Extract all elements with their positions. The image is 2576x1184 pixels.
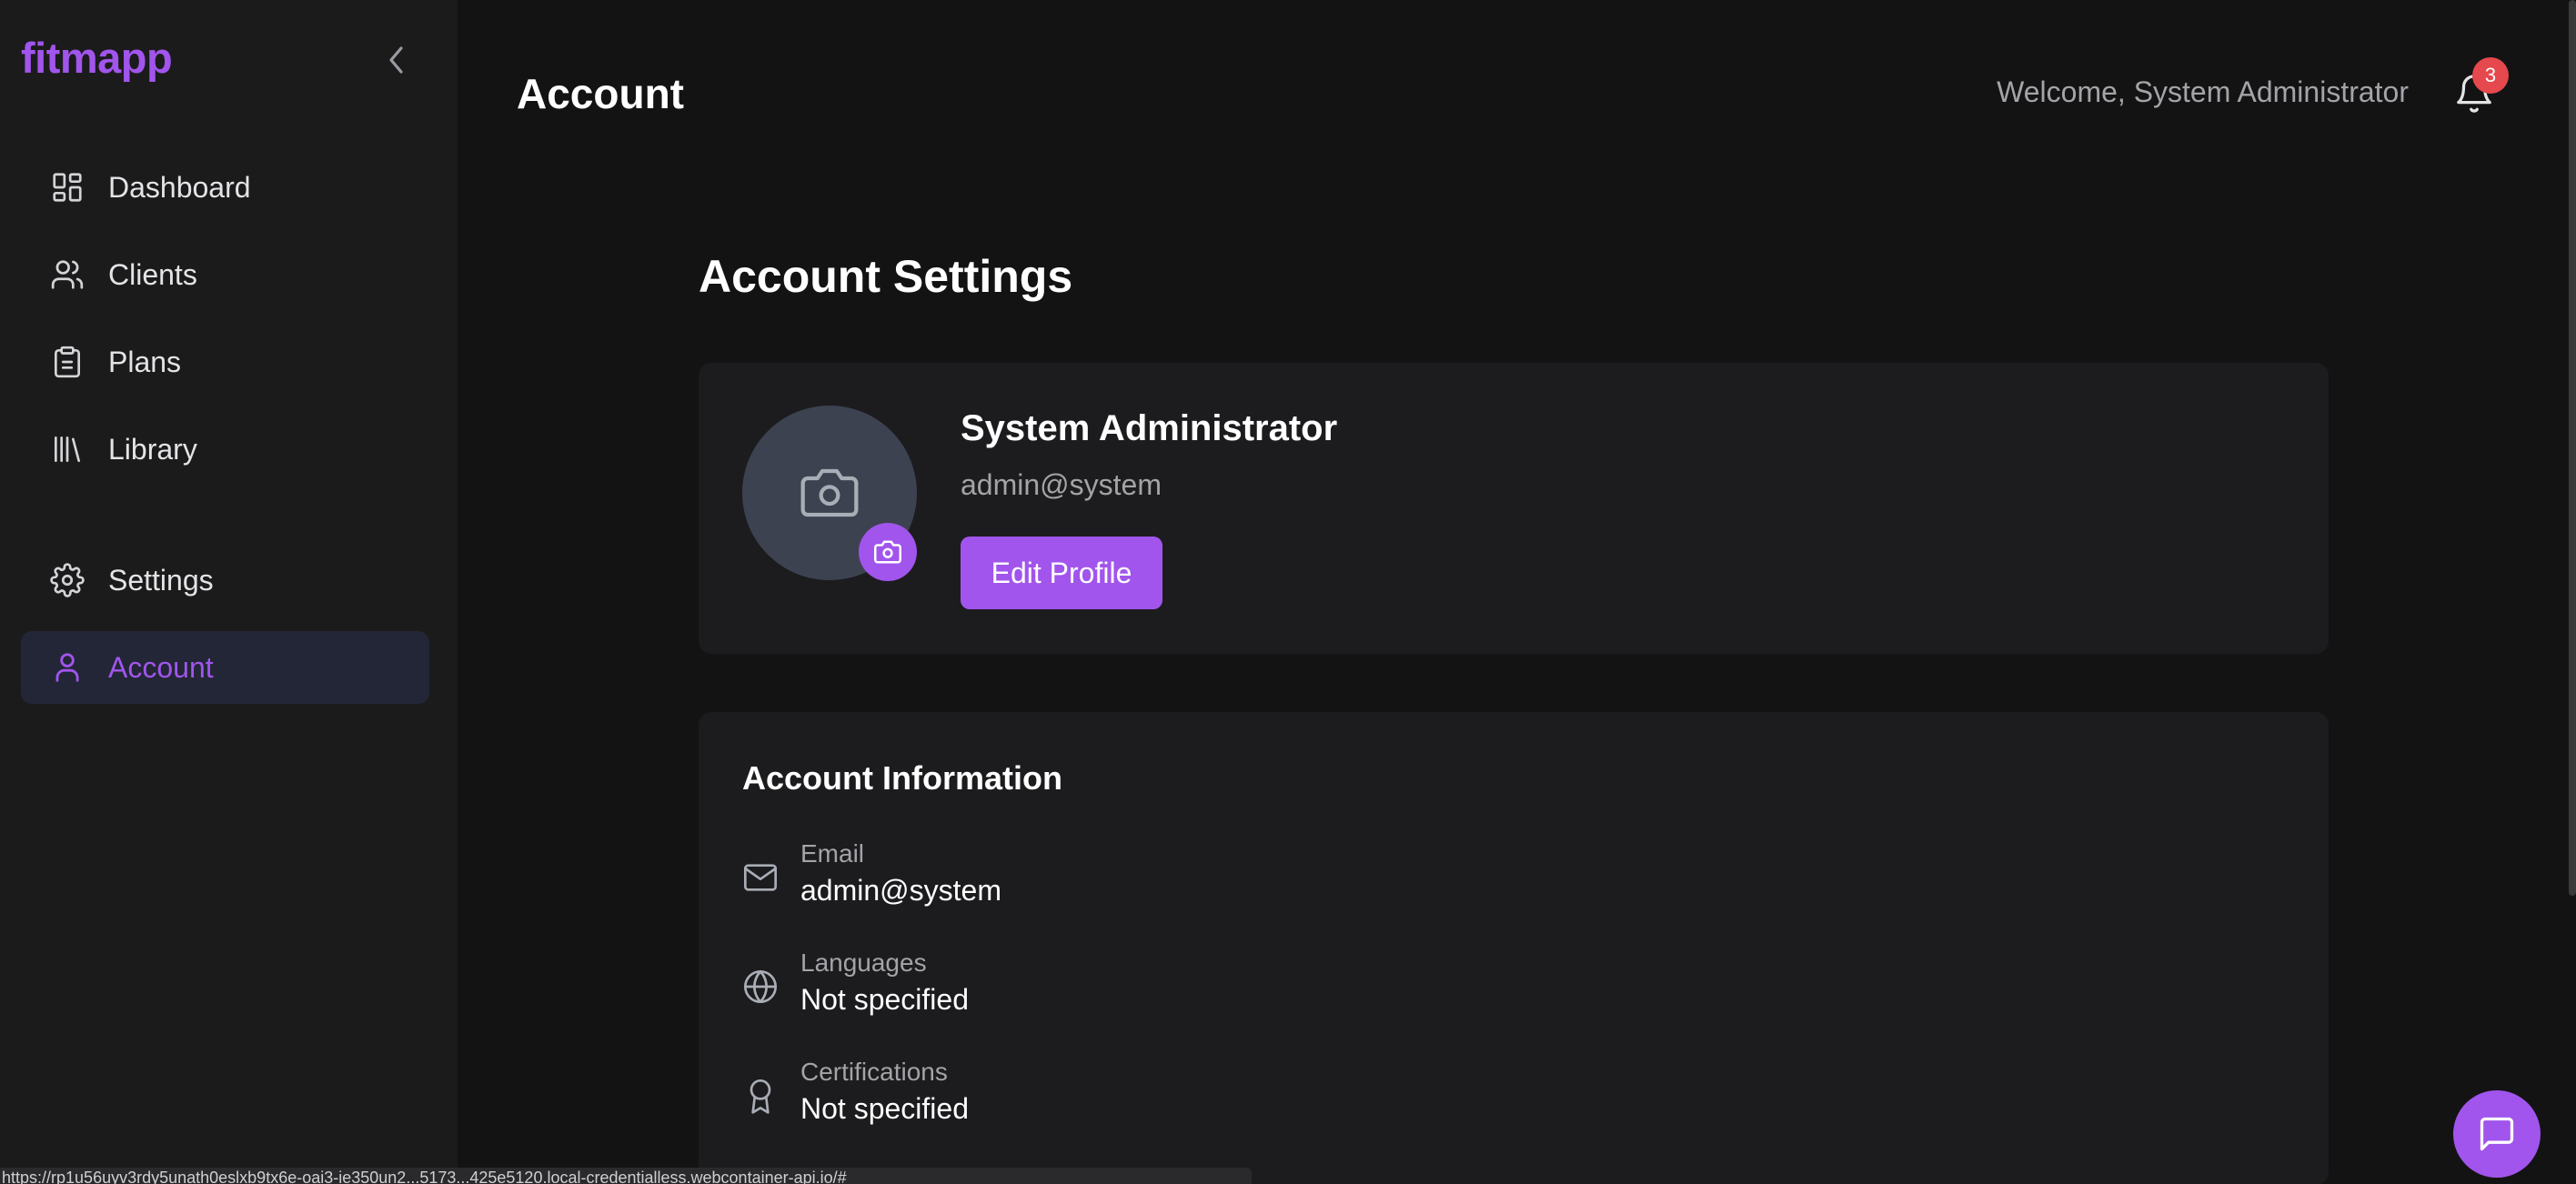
info-row-certifications: Certifications Not specified: [742, 1058, 1379, 1149]
users-icon: [49, 256, 86, 293]
section-title: Account Settings: [699, 251, 1073, 302]
camera-icon: [800, 468, 859, 517]
sidebar-item-plans[interactable]: Plans: [21, 326, 429, 398]
welcome-text: Welcome, System Administrator: [1997, 75, 2409, 108]
chat-icon: [2480, 1117, 2514, 1151]
profile-name: System Administrator: [961, 408, 1338, 448]
info-value: admin@system: [800, 874, 1001, 907]
globe-icon: [742, 968, 779, 1005]
user-icon: [49, 649, 86, 686]
collapse-sidebar-button[interactable]: [380, 40, 413, 80]
camera-icon: [874, 540, 901, 564]
sidebar: fitmapp Dashboard Clients Plans Library …: [0, 0, 458, 1184]
sidebar-item-label: Clients: [108, 257, 197, 291]
info-value: Not specified: [800, 983, 969, 1016]
edit-profile-button[interactable]: Edit Profile: [961, 537, 1162, 609]
chat-button[interactable]: [2453, 1090, 2541, 1178]
library-icon: [49, 431, 86, 467]
account-info-title: Account Information: [742, 759, 1062, 797]
sidebar-item-label: Dashboard: [108, 170, 251, 204]
app-logo[interactable]: fitmapp: [21, 33, 173, 83]
status-bar-url: https://rp1u56uyv3rdy5unath0eslxb9tx6e-o…: [0, 1168, 1252, 1184]
info-row-email: Email admin@system: [742, 839, 1379, 930]
sidebar-item-clients[interactable]: Clients: [21, 238, 429, 311]
sidebar-item-label: Settings: [108, 563, 214, 597]
info-label: Languages: [800, 948, 927, 977]
dashboard-icon: [49, 169, 86, 206]
profile-card: System Administrator admin@system Edit P…: [699, 363, 2329, 654]
info-label: Email: [800, 839, 865, 868]
gear-icon: [49, 562, 86, 598]
sidebar-item-settings[interactable]: Settings: [21, 544, 429, 617]
sidebar-item-dashboard[interactable]: Dashboard: [21, 151, 429, 224]
account-info-card: Account Information Email admin@system L…: [699, 712, 2329, 1184]
change-photo-button[interactable]: [859, 523, 917, 581]
page-title: Account: [517, 70, 684, 117]
info-label: Certifications: [800, 1058, 948, 1086]
info-row-languages: Languages Not specified: [742, 948, 1379, 1039]
notification-badge: 3: [2472, 57, 2509, 94]
clipboard-icon: [49, 344, 86, 380]
app: fitmapp Dashboard Clients Plans Library …: [0, 0, 2576, 1184]
award-icon: [742, 1078, 779, 1114]
sidebar-item-label: Plans: [108, 345, 182, 378]
profile-email: admin@system: [961, 468, 1162, 501]
chevron-left-icon: [389, 46, 403, 74]
sidebar-item-library[interactable]: Library: [21, 413, 429, 486]
sidebar-item-label: Library: [108, 432, 197, 466]
sidebar-item-label: Account: [108, 650, 214, 684]
info-value: Not specified: [800, 1092, 969, 1125]
sidebar-item-account[interactable]: Account: [21, 631, 429, 704]
mail-icon: [742, 859, 779, 896]
page-scrollbar[interactable]: [2569, 0, 2576, 896]
